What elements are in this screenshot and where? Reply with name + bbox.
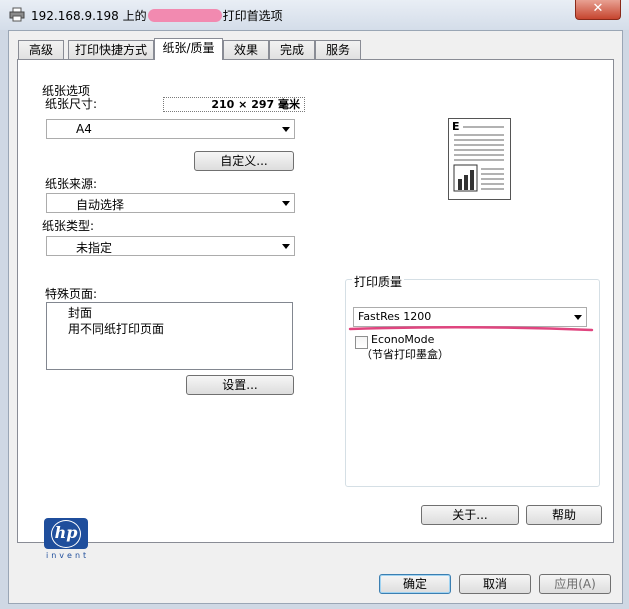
paper-source-value: 自动选择 xyxy=(76,198,125,212)
paper-type-dropdown[interactable]: 未指定 xyxy=(46,236,295,256)
list-item[interactable]: 封面 xyxy=(68,304,92,321)
paper-size-value: A4 xyxy=(76,122,92,136)
paper-source-label: 纸张来源: xyxy=(45,177,98,191)
paper-type-label: 纸张类型: xyxy=(42,219,95,233)
chevron-down-icon xyxy=(282,127,290,132)
chevron-down-icon xyxy=(282,201,290,206)
paper-source-dropdown[interactable]: 自动选择 xyxy=(46,193,295,213)
special-pages-list[interactable]: 封面 用不同纸打印页面 xyxy=(46,302,293,370)
window-title-suffix: 打印首选项 xyxy=(222,9,283,23)
hp-tagline: invent xyxy=(46,551,90,560)
tab-effects[interactable]: 效果 xyxy=(223,40,269,59)
annotation-underline xyxy=(348,325,594,332)
paper-type-value: 未指定 xyxy=(76,241,113,255)
special-pages-settings-button[interactable]: 设置... xyxy=(186,375,294,395)
paper-size-readout: 210 × 297 毫米 xyxy=(163,97,305,112)
print-quality-heading: 打印质量 xyxy=(352,273,405,290)
list-item[interactable]: 用不同纸打印页面 xyxy=(68,320,164,337)
paper-preview: E xyxy=(448,118,511,200)
paper-size-dropdown[interactable]: A4 xyxy=(46,119,295,139)
tab-shortcuts[interactable]: 打印快捷方式 xyxy=(68,40,154,59)
cancel-button[interactable]: 取消 xyxy=(459,574,531,594)
chevron-down-icon xyxy=(574,315,582,320)
tab-advanced[interactable]: 高级 xyxy=(18,40,64,59)
hp-logo-text: hp xyxy=(54,523,78,542)
ok-button[interactable]: 确定 xyxy=(379,574,451,594)
window-title: 192.168.9.198 上的 打印首选项 xyxy=(31,7,283,24)
help-button[interactable]: 帮助 xyxy=(526,505,602,525)
tab-paper-quality[interactable]: 纸张/质量 xyxy=(154,38,223,60)
tab-panel-paper-quality: 纸张选项 纸张尺寸: 210 × 297 毫米 A4 自定义... 纸张来源: … xyxy=(17,59,614,560)
chevron-down-icon xyxy=(282,244,290,249)
about-button[interactable]: 关于... xyxy=(421,505,519,525)
apply-button[interactable]: 应用(A) xyxy=(539,574,611,594)
print-quality-value: FastRes 1200 xyxy=(358,310,432,323)
title-bar: 192.168.9.198 上的 打印首选项 ✕ xyxy=(0,0,629,30)
hp-logo: hp xyxy=(44,518,88,549)
tab-services[interactable]: 服务 xyxy=(315,40,361,59)
dialog-body: 高级 打印快捷方式 纸张/质量 效果 完成 服务 纸张选项 纸张尺寸: 210 … xyxy=(8,30,623,604)
special-pages-label: 特殊页面: xyxy=(45,287,98,301)
custom-size-button[interactable]: 自定义... xyxy=(194,151,294,171)
window-title-host: 192.168.9.198 上的 xyxy=(31,9,147,23)
economode-hint: （节省打印墨盒） xyxy=(361,348,449,361)
paper-size-label: 纸张尺寸: xyxy=(45,97,98,111)
economode-label: EconoMode xyxy=(371,333,435,346)
document-preview-icon xyxy=(453,126,504,192)
tab-finishing[interactable]: 完成 xyxy=(269,40,315,59)
printer-icon xyxy=(9,7,25,22)
redacted-printer-name xyxy=(147,9,222,22)
close-button[interactable]: ✕ xyxy=(575,0,621,20)
